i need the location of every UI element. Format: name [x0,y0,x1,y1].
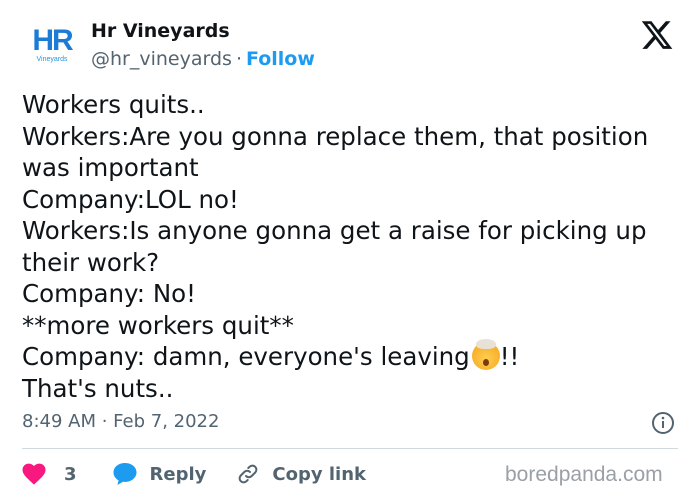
tweet-line: Company: No! [22,279,196,308]
info-icon[interactable] [651,411,675,435]
tweet-line: Workers:Is anyone gonna get a raise for … [22,216,647,245]
tweet-line: Workers:Are you gonna replace them, that… [22,121,649,151]
reply-label: Reply [149,463,207,485]
tweet-timestamp[interactable]: 8:49 AM · Feb 7, 2022 [22,411,219,432]
like-count: 3 [64,463,77,485]
action-bar: 3 Reply Copy link [22,459,366,489]
reply-button[interactable]: Reply [112,462,207,486]
tweet-line: Company: damn, everyone's leaving!! [22,339,692,373]
tweet-line-text: Company: damn, everyone's leaving [22,342,470,371]
follow-button[interactable]: Follow [246,48,315,70]
heart-icon [22,463,46,485]
tweet-line: Workers quits.. [22,90,205,119]
tweet-line: their work? [22,247,160,277]
tweet-line: was important [22,153,199,182]
separator-dot: · [235,48,242,70]
link-icon [239,464,258,484]
tweet-line: Company:LOL no! [22,184,239,214]
tweet-line: **more workers quit** [22,310,294,340]
avatar-logo-sub: Vineyards [36,56,68,63]
author-handle[interactable]: @hr_vineyards [91,48,232,70]
reply-bubble-icon [113,463,137,485]
watermark: boredpanda.com [505,463,663,486]
divider [22,448,678,449]
copy-link-label: Copy link [272,463,366,485]
x-logo-icon[interactable] [638,18,676,52]
like-button[interactable]: 3 [22,463,77,485]
avatar-logo-text: HR [32,24,73,57]
tweet-line-suffix: !! [499,342,520,371]
tweet-text: Workers quits.. Workers:Are you gonna re… [22,89,692,404]
copy-link-button[interactable]: Copy link [236,462,366,486]
author-handle-row: @hr_vineyards · Follow [91,48,315,70]
avatar[interactable]: HR Vineyards [22,26,82,70]
author-name[interactable]: Hr Vineyards [91,20,230,42]
exploding-head-emoji-icon [471,339,500,370]
tweet-line: That's nuts.. [22,373,174,403]
